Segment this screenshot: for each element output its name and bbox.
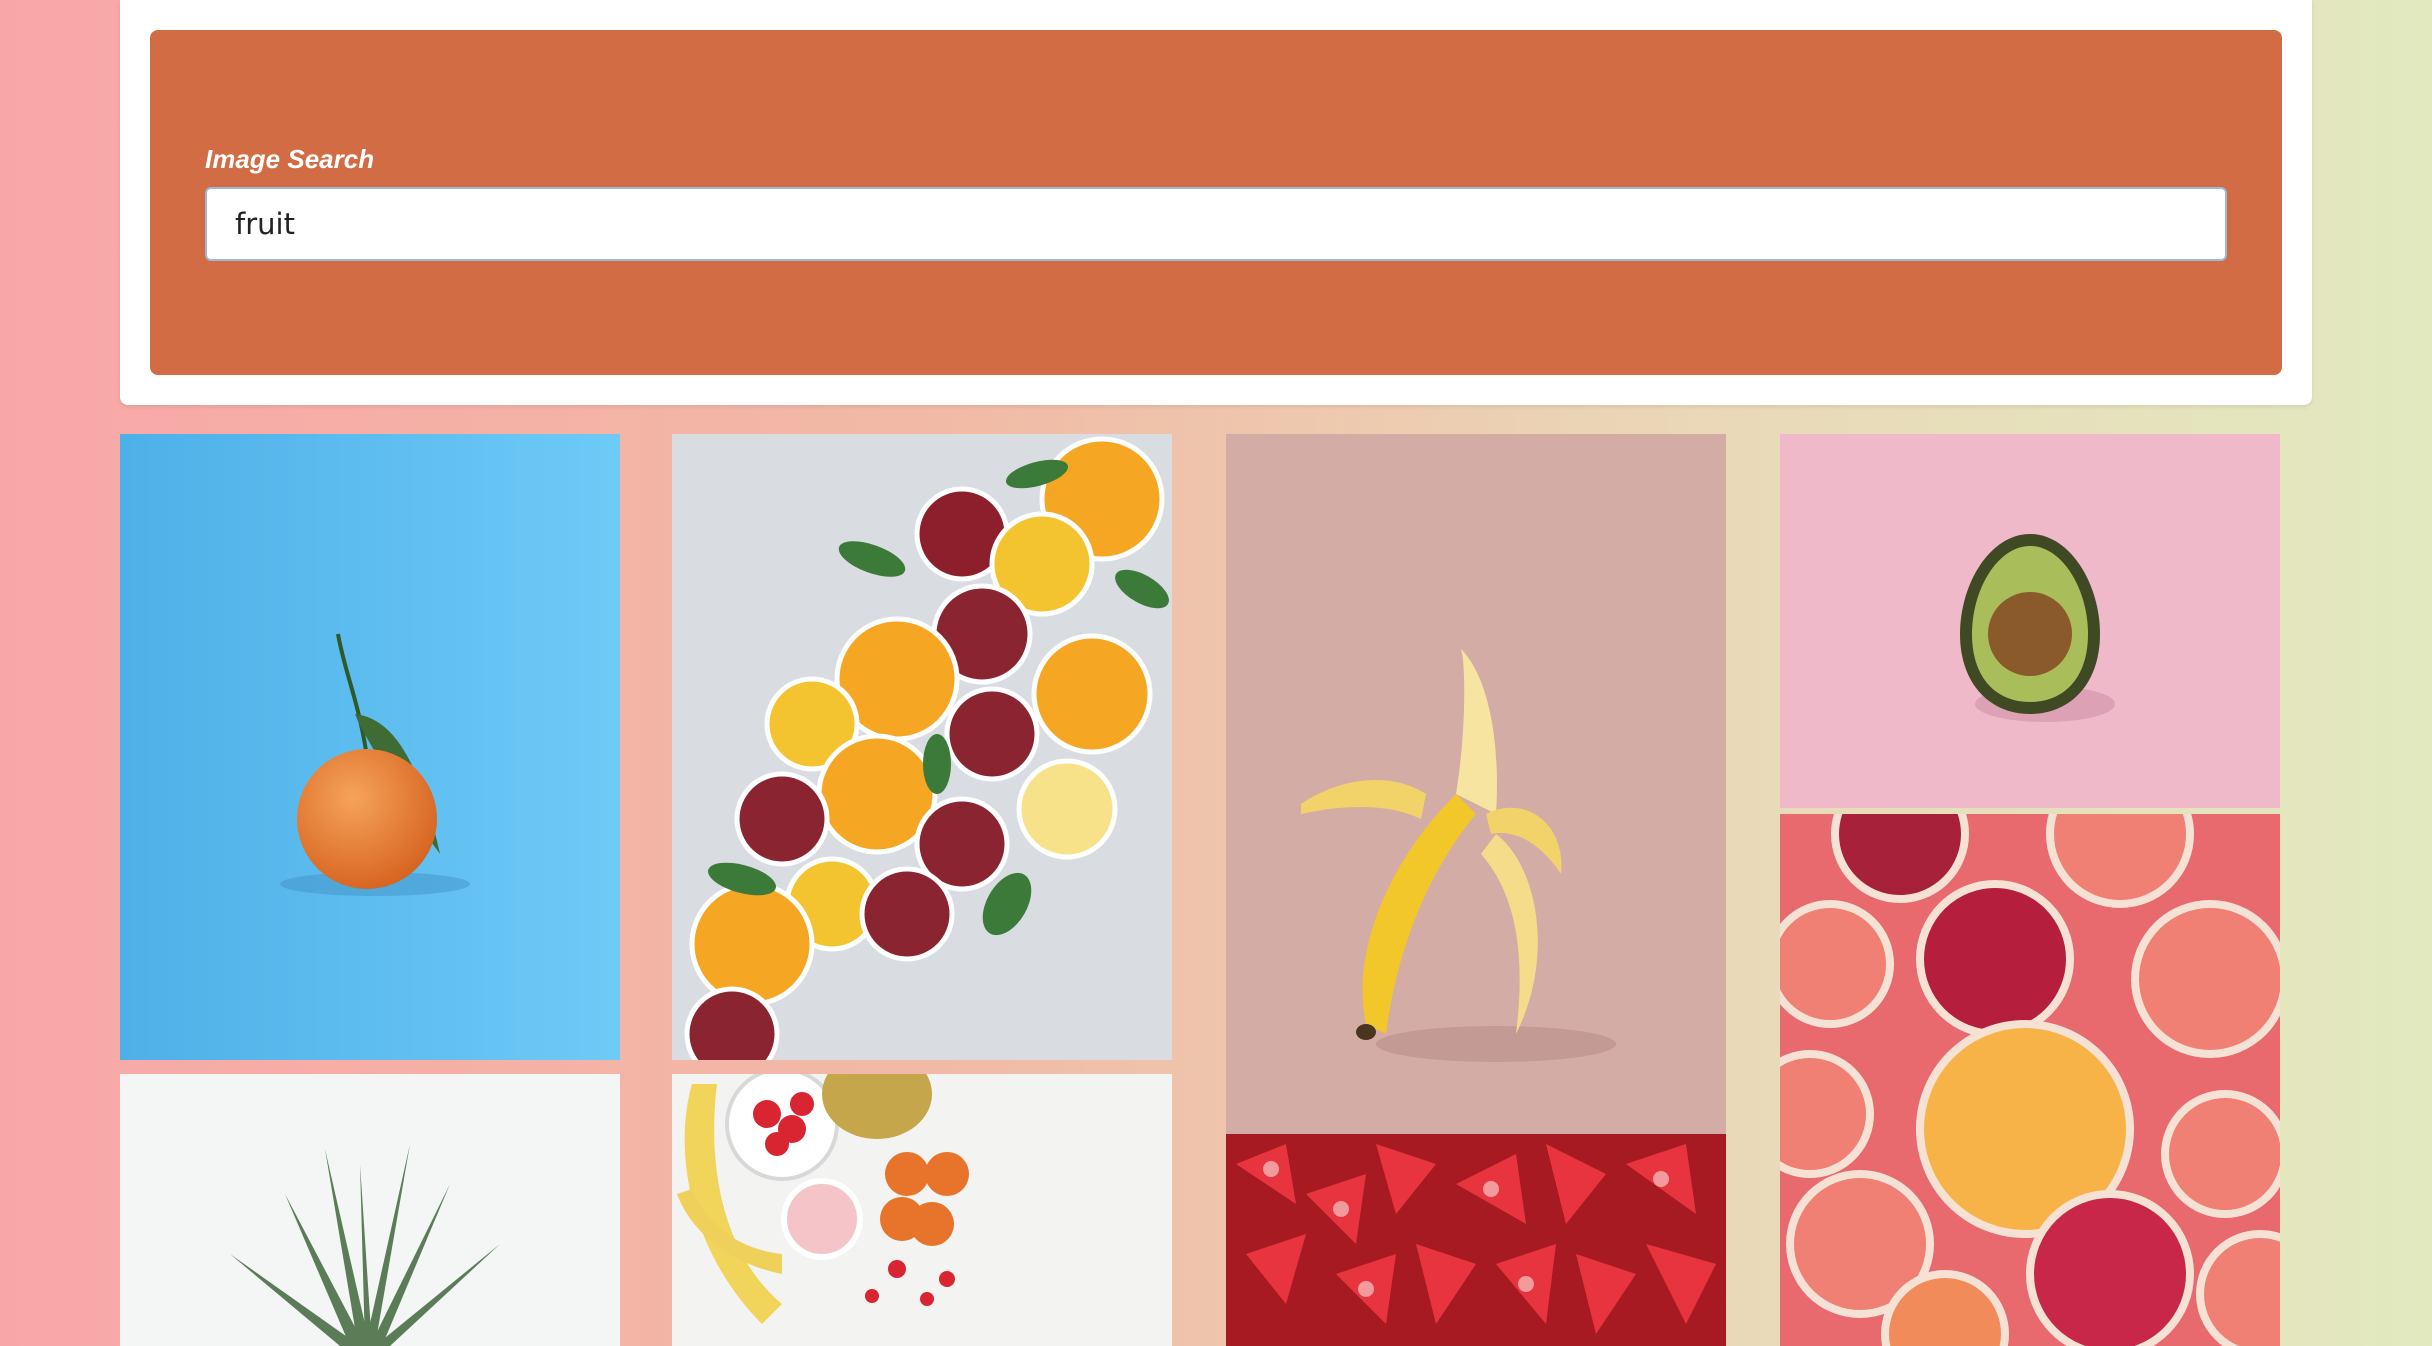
strawberries-image	[1226, 1134, 1726, 1346]
result-image-citrus-slices[interactable]	[672, 434, 1172, 1060]
search-panel: Image Search	[150, 30, 2282, 375]
search-input[interactable]	[205, 187, 2227, 261]
fruit-flatlay-image	[672, 1074, 1172, 1346]
result-image-avocado[interactable]	[1780, 434, 2280, 808]
search-label: Image Search	[205, 144, 375, 174]
tangerine-image	[120, 434, 620, 1060]
pineapple-image	[120, 1074, 620, 1346]
citrus-slices-image	[672, 434, 1172, 1060]
grapefruit-slices-image	[1780, 814, 2280, 1346]
avocado-image	[1780, 434, 2280, 808]
result-image-pineapple[interactable]	[120, 1074, 620, 1346]
result-image-fruit-flatlay[interactable]	[672, 1074, 1172, 1346]
result-image-banana[interactable]	[1226, 434, 1726, 1134]
result-image-strawberries[interactable]	[1226, 1134, 1726, 1346]
result-image-grapefruit-slices[interactable]	[1780, 814, 2280, 1346]
result-image-tangerine[interactable]	[120, 434, 620, 1060]
search-card: Image Search	[120, 0, 2312, 405]
banana-image	[1226, 434, 1726, 1134]
